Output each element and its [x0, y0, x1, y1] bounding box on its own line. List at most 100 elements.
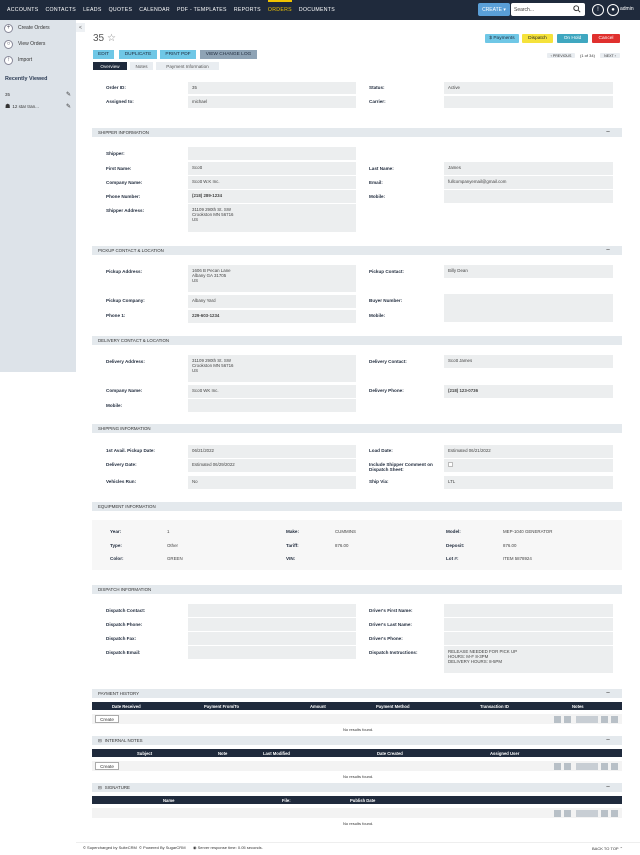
search-icon[interactable]: [573, 5, 581, 15]
dispatch-button[interactable]: Dispatch: [522, 34, 553, 43]
no-results-text: No results found.: [343, 774, 374, 779]
next-page-icon[interactable]: [601, 810, 608, 817]
first-page-icon[interactable]: [554, 810, 561, 817]
nav-pdf-templates[interactable]: PDF - TEMPLATES: [177, 0, 227, 20]
column-header[interactable]: Transaction ID: [480, 704, 509, 709]
column-header[interactable]: Date Created: [377, 751, 403, 756]
footer-sugarcrm[interactable]: © Powered By SugarCRM: [139, 845, 186, 850]
first-page-icon[interactable]: [554, 716, 561, 723]
delivery-panel-header[interactable]: DELIVERY CONTACT & LOCATION: [92, 336, 622, 345]
payment-create-button[interactable]: Create: [95, 715, 119, 723]
delivery-contact-value: Scott James: [444, 355, 613, 368]
pencil-icon[interactable]: ✎: [66, 91, 71, 98]
view-change-log-button[interactable]: VIEW CHANGE LOG: [200, 50, 257, 59]
mobile-value: [444, 190, 613, 203]
prev-page-icon[interactable]: [564, 810, 571, 817]
email-value[interactable]: fullcompanyemail@gmail.com: [444, 176, 613, 189]
panel-title: SHIPPER INFORMATION: [98, 130, 149, 135]
tab-notes[interactable]: Notes: [130, 62, 153, 70]
collapse-icon[interactable]: −: [606, 247, 610, 254]
pickup-contact-value: Billy Dean: [444, 265, 613, 278]
next-page-icon[interactable]: [601, 716, 608, 723]
nav-orders[interactable]: ORDERS: [267, 0, 292, 20]
recent-item[interactable]: ☗ 12 star tran... ✎: [5, 103, 71, 110]
collapse-icon[interactable]: −: [606, 129, 610, 136]
pencil-icon[interactable]: ✎: [66, 103, 71, 110]
column-header[interactable]: Publish Date: [350, 798, 375, 803]
column-header[interactable]: Subject: [137, 751, 152, 756]
column-header[interactable]: Name: [163, 798, 174, 803]
tab-payment-information[interactable]: Payment Information: [156, 62, 219, 70]
pickup-panel-header[interactable]: PICKUP CONTACT & LOCATION −: [92, 246, 622, 255]
column-header[interactable]: Last Modified: [263, 751, 290, 756]
payment-history-header[interactable]: PAYMENT HISTORY −: [92, 689, 622, 698]
sidebar-action-label: Create Orders: [18, 25, 50, 31]
previous-label: PREVIOUS: [552, 53, 572, 58]
first-page-icon[interactable]: [554, 763, 561, 770]
phone-1-value[interactable]: 229-603-1234: [188, 310, 356, 323]
payments-button[interactable]: $ Payments: [485, 34, 519, 43]
nav-quotes[interactable]: QUOTES: [109, 0, 133, 20]
column-header[interactable]: Payment Method: [376, 704, 410, 709]
dispatch-panel-header[interactable]: DISPATCH INFORMATION: [92, 585, 622, 594]
last-page-icon[interactable]: [611, 716, 618, 723]
collapse-sidebar-icon[interactable]: <: [76, 23, 85, 32]
favorite-star-icon[interactable]: ☆: [107, 33, 116, 44]
print-pdf-button[interactable]: PRINT PDF: [160, 50, 196, 59]
phone-number-value[interactable]: (218) 289-1234: [188, 190, 356, 203]
toggle-icon[interactable]: ⊟: [98, 785, 102, 791]
page-info: [576, 763, 598, 770]
shipper-panel-header[interactable]: SHIPPER INFORMATION −: [92, 128, 622, 137]
nav-accounts[interactable]: ACCOUNTS: [7, 0, 39, 20]
collapse-icon[interactable]: −: [606, 784, 610, 791]
checkbox[interactable]: [448, 462, 453, 467]
search-input[interactable]: Search...: [511, 3, 585, 16]
sidebar-import[interactable]: ↑ Import: [4, 54, 32, 66]
nav-contacts[interactable]: CONTACTS: [46, 0, 77, 20]
user-avatar-icon[interactable]: ●: [607, 4, 619, 16]
duplicate-button[interactable]: DUPLICATE: [119, 50, 157, 59]
nav-calendar[interactable]: CALENDAR: [139, 0, 170, 20]
sidebar-create-orders[interactable]: + Create Orders: [4, 22, 50, 34]
next-button[interactable]: NEXT ›: [600, 53, 620, 58]
collapse-icon[interactable]: −: [606, 737, 610, 744]
delivery-phone-value[interactable]: (218) 123-0736: [444, 385, 613, 398]
shipping-panel-header[interactable]: SHIPPING INFORMATION: [92, 424, 622, 433]
next-page-icon[interactable]: [601, 763, 608, 770]
nav-reports[interactable]: REPORTS: [234, 0, 261, 20]
column-header[interactable]: Payment From/To: [204, 704, 239, 709]
last-page-icon[interactable]: [611, 810, 618, 817]
prev-page-icon[interactable]: [564, 763, 571, 770]
make-value: CUMMINS: [335, 529, 356, 534]
nav-documents[interactable]: DOCUMENTS: [299, 0, 335, 20]
column-header[interactable]: Date Received: [112, 704, 141, 709]
collapse-icon[interactable]: −: [606, 690, 610, 697]
column-header[interactable]: Notes: [572, 704, 584, 709]
footer-suitecrm[interactable]: © Supercharged by SuiteCRM: [83, 845, 137, 850]
edit-button[interactable]: EDIT: [93, 50, 114, 59]
nav-leads[interactable]: LEADS: [83, 0, 102, 20]
last-page-icon[interactable]: [611, 763, 618, 770]
on-hold-button[interactable]: On Hold: [557, 34, 588, 43]
include-comment-label: Include Shipper Comment on Dispatch Shee…: [369, 462, 433, 472]
recent-item[interactable]: 35 ✎: [5, 91, 71, 98]
column-header[interactable]: Amount: [310, 704, 326, 709]
signature-columns: Name File: Publish Date: [92, 796, 622, 804]
prev-page-icon[interactable]: [564, 716, 571, 723]
column-header[interactable]: File:: [282, 798, 291, 803]
create-button[interactable]: CREATE ▾: [478, 3, 510, 16]
equipment-panel-header[interactable]: EQUIPMENT INFORMATION: [92, 502, 622, 511]
previous-button[interactable]: ‹ PREVIOUS: [547, 53, 575, 58]
user-menu[interactable]: admin: [620, 6, 634, 12]
sidebar-view-orders[interactable]: ○ View Orders: [4, 38, 45, 50]
column-header[interactable]: Note: [218, 751, 227, 756]
notifications-icon[interactable]: !: [592, 4, 604, 16]
signature-header[interactable]: ⊟ SIGNATURE −: [92, 783, 622, 792]
column-header[interactable]: Assigned User: [490, 751, 519, 756]
cancel-button[interactable]: Cancel: [592, 34, 620, 43]
toggle-icon[interactable]: ⊟: [98, 738, 102, 744]
tab-overview[interactable]: Overview: [93, 62, 127, 70]
internal-notes-header[interactable]: ⊟ INTERNAL NOTES −: [92, 736, 622, 745]
back-to-top[interactable]: BACK TO TOP ⌃: [592, 846, 623, 851]
notes-create-button[interactable]: Create: [95, 762, 119, 770]
